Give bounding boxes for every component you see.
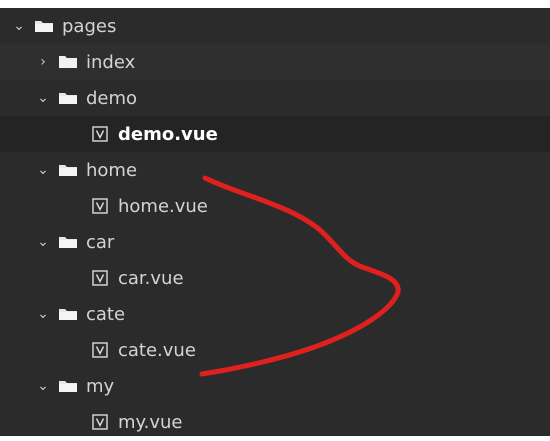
folder-open-icon: [34, 19, 54, 33]
folder-open-icon: [58, 307, 78, 321]
tree-row-label: pages: [62, 15, 117, 37]
vue-file-icon: [92, 198, 108, 214]
tree-row-label: home.vue: [118, 195, 208, 217]
folder-open-icon: [58, 379, 78, 393]
folder-icon: [58, 55, 78, 69]
chevron-down-icon[interactable]: ⌄: [34, 306, 52, 322]
chevron-right-icon[interactable]: ›: [34, 54, 52, 70]
tree-row-demo-vue[interactable]: demo.vue: [0, 116, 550, 152]
tree-row-home[interactable]: ⌄ home: [0, 152, 550, 188]
tree-row-demo[interactable]: ⌄ demo: [0, 80, 550, 116]
tree-row-label: my.vue: [118, 411, 183, 433]
tree-row-index[interactable]: › index: [0, 44, 550, 80]
vue-file-icon: [92, 414, 108, 430]
chevron-down-icon[interactable]: ⌄: [10, 18, 28, 34]
chevron-down-icon[interactable]: ⌄: [34, 234, 52, 250]
tree-row-pages[interactable]: ⌄ pages: [0, 8, 550, 44]
tree-row-car-vue[interactable]: car.vue: [0, 260, 550, 296]
vue-file-icon: [92, 270, 108, 286]
folder-open-icon: [58, 235, 78, 249]
tree-row-my[interactable]: ⌄ my: [0, 368, 550, 404]
tree-row-label: car: [86, 231, 115, 253]
chevron-down-icon[interactable]: ⌄: [34, 162, 52, 178]
tree-row-label: cate.vue: [118, 339, 196, 361]
tree-row-label: cate: [86, 303, 126, 325]
tree-row-label: demo: [86, 87, 138, 109]
tree-row-cate[interactable]: ⌄ cate: [0, 296, 550, 332]
tree-row-label: car.vue: [118, 267, 184, 289]
folder-open-icon: [58, 91, 78, 105]
vue-file-icon: [92, 126, 108, 142]
tree-row-label: demo.vue: [118, 123, 218, 145]
tree-row-label: index: [86, 51, 136, 73]
vue-file-icon: [92, 342, 108, 358]
file-explorer-tree: ⌄ pages › index ⌄ demo demo.vue ⌄ home h…: [0, 8, 550, 436]
tree-row-car[interactable]: ⌄ car: [0, 224, 550, 260]
folder-open-icon: [58, 163, 78, 177]
tree-row-home-vue[interactable]: home.vue: [0, 188, 550, 224]
tree-row-my-vue[interactable]: my.vue: [0, 404, 550, 436]
tree-row-label: my: [86, 375, 115, 397]
tree-row-cate-vue[interactable]: cate.vue: [0, 332, 550, 368]
chevron-down-icon[interactable]: ⌄: [34, 378, 52, 394]
chevron-down-icon[interactable]: ⌄: [34, 90, 52, 106]
tree-row-label: home: [86, 159, 138, 181]
